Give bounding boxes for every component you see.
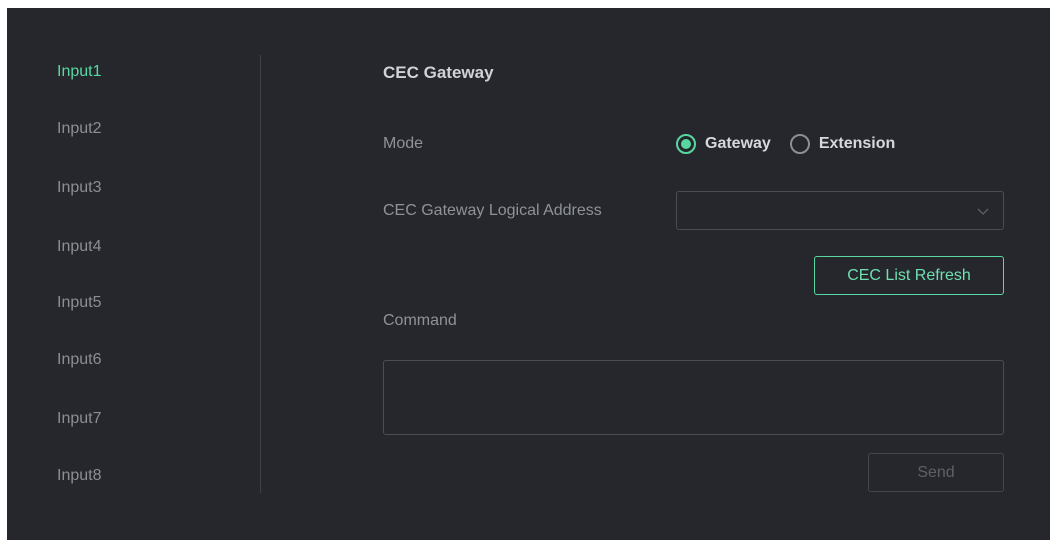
mode-extension-label: Extension xyxy=(818,135,896,152)
mode-label: Mode xyxy=(383,135,424,152)
send-button[interactable]: Send xyxy=(868,453,1004,492)
mode-gateway-label: Gateway xyxy=(705,135,771,152)
section-title: CEC Gateway xyxy=(383,63,494,82)
sidebar-item-input3[interactable]: Input3 xyxy=(57,178,101,198)
command-label: Command xyxy=(383,312,457,329)
radio-unchecked-icon xyxy=(789,134,810,154)
input-sidebar: Input1 Input2 Input3 Input4 Input5 Input… xyxy=(7,8,262,540)
radio-checked-icon xyxy=(676,134,696,154)
logical-address-select[interactable] xyxy=(676,191,1004,230)
sidebar-item-input5[interactable]: Input5 xyxy=(57,293,101,313)
sidebar-item-input8[interactable]: Input8 xyxy=(57,466,101,486)
sidebar-item-input2[interactable]: Input2 xyxy=(57,119,101,139)
sidebar-item-input1[interactable]: Input1 xyxy=(57,62,101,82)
mode-radio-group: Gateway Extension xyxy=(676,132,895,156)
sidebar-item-input4[interactable]: Input4 xyxy=(57,237,101,257)
mode-extension-radio[interactable]: Extension xyxy=(789,134,896,154)
sidebar-item-input6[interactable]: Input6 xyxy=(57,350,101,370)
mode-gateway-radio[interactable]: Gateway xyxy=(676,134,771,154)
logical-address-label: CEC Gateway Logical Address xyxy=(383,202,602,219)
chevron-down-icon xyxy=(977,208,989,215)
sidebar-item-input7[interactable]: Input7 xyxy=(57,409,101,429)
cec-list-refresh-button[interactable]: CEC List Refresh xyxy=(814,256,1004,295)
cec-settings-panel: Input1 Input2 Input3 Input4 Input5 Input… xyxy=(7,8,1050,540)
command-input[interactable] xyxy=(383,360,1004,435)
sidebar-divider xyxy=(260,55,261,493)
